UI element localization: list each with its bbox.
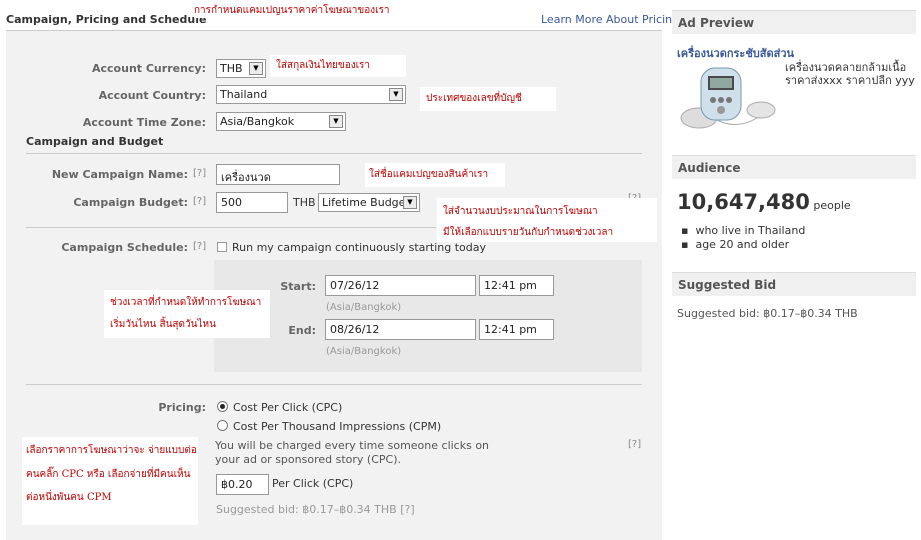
ad-body: เครื่องนวดคลายกล้ามเนื้อ ราคาส่งxxx ราคา… — [785, 61, 915, 87]
start-timezone: (Asia/Bangkok) — [326, 302, 402, 313]
campaign-name-label: New Campaign Name: — [51, 168, 188, 181]
pricing-suggested-bid: Suggested bid: ฿0.17–฿0.34 THB [?] — [216, 503, 415, 516]
dropdown-arrow-icon: ▼ — [389, 88, 403, 101]
suggested-bid-text: Suggested bid: ฿0.17–฿0.34 THB — [677, 307, 858, 320]
audience-unit: people — [813, 199, 851, 212]
schedule-note-box: ช่วงเวลาที่กำหนดให้ทำการโฆษณา เริ่มวันไห… — [104, 290, 270, 338]
radio-icon[interactable] — [217, 401, 228, 412]
pricing-label: Pricing: — [158, 401, 206, 414]
budget-note-2: มีให้เลือกแบบรายวันกับกำหนดช่วงเวลา — [443, 225, 614, 240]
campaign-budget-label: Campaign Budget: — [73, 196, 188, 209]
run-continuously-label: Run my campaign continuously starting to… — [232, 241, 487, 254]
list-item: ▪ age 20 and older — [681, 238, 790, 251]
end-time-input[interactable]: 12:41 pm — [479, 319, 554, 340]
country-note: ประเทศของเลขที่บัญชี — [420, 87, 556, 111]
currency-note: ใส่สกุลเงินไทยของเรา — [270, 55, 406, 77]
account-timezone-label: Account Time Zone: — [82, 116, 206, 129]
end-timezone: (Asia/Bangkok) — [326, 346, 402, 357]
campaign-schedule-label: Campaign Schedule: — [61, 241, 188, 254]
account-currency-label: Account Currency: — [92, 62, 206, 75]
page-title: Campaign, Pricing and Schedule — [6, 13, 207, 26]
checkbox-icon[interactable] — [217, 242, 227, 252]
list-item: ▪ who live in Thailand — [681, 224, 806, 237]
pricing-note-1: เลือกราคาการโฆษณาว่าจะ จ่ายแบบต่อ — [26, 443, 197, 458]
account-country-select[interactable]: Thailand ▼ — [216, 85, 406, 104]
audience-header: Audience — [672, 155, 916, 179]
dropdown-arrow-icon: ▼ — [249, 62, 263, 75]
section-divider — [26, 153, 642, 154]
bid-unit: Per Click (CPC) — [272, 477, 354, 490]
help-icon[interactable]: [?] — [193, 241, 206, 252]
header-note: การกำหนดแคมเปญนราคาค่าโฆษณาของเรา — [194, 3, 390, 18]
ad-body-line-2: ราคาส่งxxx ราคาปลีก yyy — [785, 74, 915, 87]
suggested-bid-header: Suggested Bid — [672, 272, 916, 296]
dropdown-arrow-icon: ▼ — [403, 196, 417, 209]
start-date-input[interactable]: 07/26/12 — [325, 275, 476, 296]
budget-note-box: ใส่จำนวนงบประมาณในการโฆษณา มีให้เลือกแบบ… — [437, 198, 657, 242]
radio-icon[interactable] — [217, 420, 228, 431]
ad-preview-header: Ad Preview — [672, 10, 916, 34]
cpm-option-label: Cost Per Thousand Impressions (CPM) — [233, 420, 442, 433]
pricing-note-3: ต่อหนึ่งพันคน CPM — [26, 490, 112, 505]
pricing-note-box: เลือกราคาการโฆษณาว่าจะ จ่ายแบบต่อ คนคลิ๊… — [22, 437, 198, 525]
account-country-label: Account Country: — [98, 89, 206, 102]
learn-more-link[interactable]: Learn More About Pricing — [541, 13, 679, 26]
audience-list: ▪ who live in Thailand ▪ age 20 and olde… — [681, 224, 805, 252]
help-icon[interactable]: [?] — [628, 439, 641, 450]
section-divider — [26, 384, 642, 385]
top-divider — [6, 30, 662, 31]
account-currency-select[interactable]: THB ▼ — [216, 59, 266, 78]
schedule-note-2: เริ่มวันไหน สิ้นสุดวันไหน — [110, 317, 216, 332]
help-icon[interactable]: [?] — [193, 168, 206, 179]
pricing-note-2: คนคลิ๊ก CPC หรือ เลือกจ่ายที่มีคนเห็น — [26, 467, 191, 482]
bid-input[interactable]: ฿0.20 — [216, 474, 269, 495]
help-icon[interactable]: [?] — [400, 503, 414, 516]
pricing-description: You will be charged every time someone c… — [215, 439, 490, 466]
help-icon[interactable]: [?] — [193, 196, 206, 207]
campaign-name-note: ใส่ชื่อแคมเปญของสินค้าเรา — [365, 163, 505, 187]
campaign-name-input[interactable]: เครื่องนวด — [216, 164, 340, 185]
dropdown-arrow-icon: ▼ — [329, 115, 343, 128]
schedule-note-1: ช่วงเวลาที่กำหนดให้ทำการโฆษณา — [110, 295, 262, 310]
end-date-input[interactable]: 08/26/12 — [325, 319, 476, 340]
account-timezone-select[interactable]: Asia/Bangkok ▼ — [216, 112, 346, 131]
massager-device-icon — [677, 60, 779, 134]
audience-count: 10,647,480 — [677, 190, 810, 214]
budget-note-1: ใส่จำนวนงบประมาณในการโฆษณา — [443, 204, 598, 219]
section-divider — [26, 227, 436, 228]
ad-body-line-1: เครื่องนวดคลายกล้ามเนื้อ — [785, 61, 907, 74]
cpc-option-label: Cost Per Click (CPC) — [233, 401, 343, 414]
campaign-budget-input[interactable]: 500 — [216, 192, 288, 213]
budget-currency: THB — [293, 196, 316, 209]
budget-type-select[interactable]: Lifetime Budget ▼ — [318, 193, 420, 212]
campaign-section-title: Campaign and Budget — [26, 135, 164, 148]
audience-count-row: 10,647,480 people — [677, 190, 851, 214]
start-time-input[interactable]: 12:41 pm — [479, 275, 554, 296]
